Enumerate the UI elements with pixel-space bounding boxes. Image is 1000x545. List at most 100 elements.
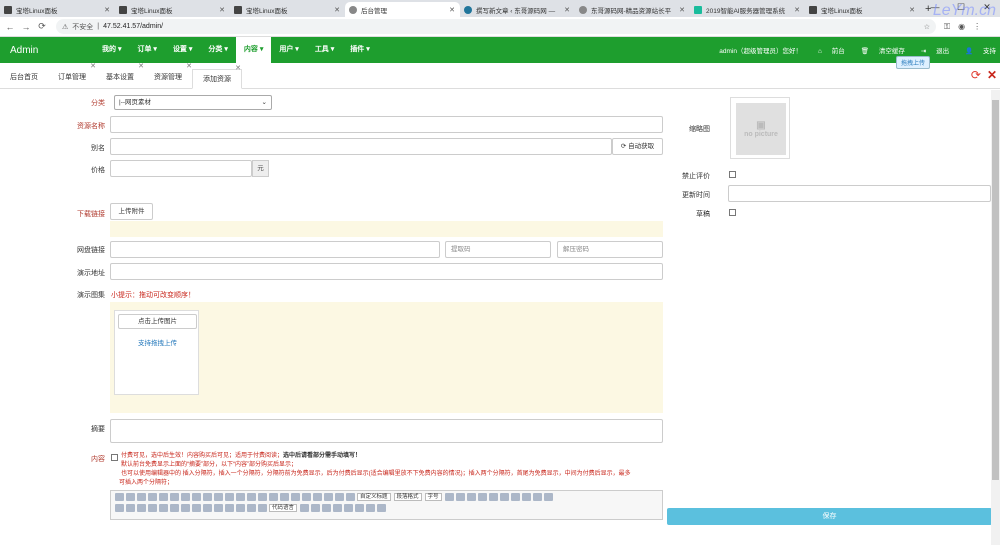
reload-icon[interactable]: ⟳ bbox=[36, 21, 48, 32]
drag-upload-label[interactable]: 支持拖拽上传 bbox=[115, 337, 200, 347]
editor-tool-icon[interactable] bbox=[466, 492, 476, 501]
close-icon[interactable]: ✕ bbox=[987, 68, 997, 82]
alias-input[interactable] bbox=[110, 138, 612, 155]
netdisk-input[interactable] bbox=[110, 241, 440, 258]
close-tab-icon[interactable]: ✕ bbox=[794, 6, 800, 14]
editor-tool-icon[interactable] bbox=[170, 492, 179, 501]
profile-icon[interactable]: ◉ bbox=[958, 22, 965, 31]
editor-tool-icon[interactable] bbox=[203, 492, 212, 501]
url-text[interactable]: 47.52.41.57/admin/ bbox=[103, 23, 163, 30]
editor-tool-icon[interactable] bbox=[247, 503, 256, 512]
editor-tool-icon[interactable] bbox=[455, 492, 465, 501]
editor-tool-icon[interactable] bbox=[302, 492, 311, 501]
editor-tool-icon[interactable] bbox=[214, 503, 223, 512]
editor-tool-icon[interactable] bbox=[324, 492, 333, 501]
close-tab-icon[interactable]: ✕ bbox=[679, 6, 685, 14]
close-tab-icon[interactable]: ✕ bbox=[909, 6, 915, 14]
editor-tool-icon[interactable] bbox=[137, 492, 146, 501]
extract-code-input[interactable]: 提取码 bbox=[445, 241, 551, 258]
nav-menu-item[interactable]: 用户 ▾ bbox=[271, 37, 306, 63]
page-tab[interactable]: 订单管理 ✕ bbox=[48, 63, 96, 88]
editor-tool-icon[interactable] bbox=[258, 492, 267, 501]
menu-dots-icon[interactable]: ⋮ bbox=[973, 22, 981, 31]
browser-tab[interactable]: 宝塔Linux面板 ✕ bbox=[0, 2, 115, 17]
close-tab-icon[interactable]: ✕ bbox=[334, 6, 340, 14]
thumbnail-upload[interactable]: ▣ no picture bbox=[730, 97, 790, 159]
browser-tab[interactable]: 宝塔Linux面板 ✕ bbox=[805, 2, 920, 17]
editor-tool-icon[interactable] bbox=[313, 492, 322, 501]
editor-tool-icon[interactable] bbox=[214, 492, 223, 501]
refresh-icon[interactable]: ⟳ bbox=[971, 68, 981, 82]
unzip-password-input[interactable]: 解压密码 bbox=[557, 241, 663, 258]
code-language-select[interactable]: 代码语言 bbox=[269, 503, 298, 512]
editor-tool-icon[interactable] bbox=[344, 503, 354, 512]
clear-cache-link[interactable]: 🗑 清空缓存 bbox=[853, 45, 905, 55]
category-select[interactable]: |--网页素材 ⌄ bbox=[114, 95, 272, 110]
editor-tool-icon[interactable] bbox=[148, 503, 157, 512]
insecure-label[interactable]: 不安全 bbox=[72, 22, 93, 32]
editor-tool-icon[interactable] bbox=[333, 503, 343, 512]
save-button[interactable]: 保存 bbox=[667, 508, 992, 525]
nav-menu-item[interactable]: 设置 ▾ bbox=[165, 37, 200, 63]
resource-name-input[interactable] bbox=[110, 116, 663, 133]
star-icon[interactable]: ☆ bbox=[924, 23, 930, 31]
warning-icon[interactable]: ⚠ bbox=[62, 23, 68, 31]
forward-icon[interactable]: → bbox=[20, 22, 32, 32]
editor-tool-icon[interactable] bbox=[126, 492, 135, 501]
nav-menu-item[interactable]: 插件 ▾ bbox=[342, 37, 377, 63]
editor-tool-icon[interactable] bbox=[543, 492, 553, 501]
editor-tool-icon[interactable] bbox=[346, 492, 355, 501]
editor-tool-icon[interactable] bbox=[258, 503, 267, 512]
editor-tool-icon[interactable] bbox=[521, 492, 531, 501]
editor-tool-icon[interactable] bbox=[269, 492, 278, 501]
nav-menu-item[interactable]: 我的 ▾ bbox=[94, 37, 129, 63]
back-icon[interactable]: ← bbox=[4, 22, 16, 32]
url-field[interactable]: ⚠ 不安全 | 47.52.41.57/admin/ ☆ bbox=[56, 19, 936, 34]
editor-tool-icon[interactable] bbox=[159, 492, 168, 501]
key-icon[interactable]: ⚿ bbox=[944, 22, 950, 32]
home-link[interactable]: ⌂ 前台 bbox=[810, 45, 845, 55]
editor-tool-icon[interactable] bbox=[236, 492, 245, 501]
editor-tool-icon[interactable] bbox=[377, 503, 387, 512]
page-tab[interactable]: 资源管理 ✕ bbox=[144, 63, 192, 88]
editor-tool-icon[interactable] bbox=[181, 503, 190, 512]
price-input[interactable] bbox=[110, 160, 252, 177]
editor-tool-icon[interactable] bbox=[225, 492, 234, 501]
browser-tab[interactable]: 撰写新文章 ‹ 东哥源码网 — ✕ bbox=[460, 2, 575, 17]
editor-tool-icon[interactable] bbox=[115, 503, 124, 512]
click-upload-button[interactable]: 点击上传图片 bbox=[118, 314, 197, 329]
demo-url-input[interactable] bbox=[110, 263, 663, 280]
brand[interactable]: Admin bbox=[10, 45, 94, 56]
editor-tool-icon[interactable] bbox=[192, 503, 201, 512]
editor-select[interactable]: 字号 bbox=[424, 492, 442, 501]
close-tab-icon[interactable]: ✕ bbox=[449, 6, 455, 14]
nav-menu-item[interactable]: 订单 ▾ bbox=[129, 37, 164, 63]
rich-text-editor[interactable]: 自定义标题 段落格式 字号 代码语言 bbox=[110, 490, 663, 520]
disable-comment-checkbox[interactable] bbox=[729, 171, 736, 178]
summary-textarea[interactable] bbox=[110, 419, 663, 443]
logout-link[interactable]: ⇥ 退出 bbox=[913, 45, 949, 55]
browser-tab[interactable]: 宝塔Linux面板 ✕ bbox=[230, 2, 345, 17]
editor-tool-icon[interactable] bbox=[532, 492, 542, 501]
close-tab-icon[interactable]: ✕ bbox=[219, 6, 225, 14]
editor-tool-icon[interactable] bbox=[181, 492, 190, 501]
upload-attachment-button[interactable]: 上传附件 bbox=[110, 203, 153, 220]
editor-tool-icon[interactable] bbox=[236, 503, 245, 512]
editor-select[interactable]: 段落格式 bbox=[393, 492, 422, 501]
draft-checkbox[interactable] bbox=[729, 209, 736, 216]
editor-tool-icon[interactable] bbox=[137, 503, 146, 512]
nav-menu-item[interactable]: 工具 ▾ bbox=[307, 37, 342, 63]
support-link[interactable]: 👤 支持 bbox=[957, 45, 996, 55]
paid-content-checkbox[interactable] bbox=[111, 454, 118, 461]
close-tab-icon[interactable]: ✕ bbox=[564, 6, 570, 14]
editor-tool-icon[interactable] bbox=[225, 503, 234, 512]
editor-tool-icon[interactable] bbox=[170, 503, 179, 512]
close-tab-icon[interactable]: ✕ bbox=[104, 6, 110, 14]
editor-tool-icon[interactable] bbox=[322, 503, 332, 512]
editor-tool-icon[interactable] bbox=[159, 503, 168, 512]
editor-tool-icon[interactable] bbox=[247, 492, 256, 501]
auto-fetch-button[interactable]: ⟳ 自动获取 bbox=[612, 138, 663, 155]
editor-tool-icon[interactable] bbox=[444, 492, 454, 501]
browser-tab[interactable]: 东哥源码网-精品资源站长平 ✕ bbox=[575, 2, 690, 17]
nav-menu-item[interactable]: 内容 ▾ bbox=[235, 37, 272, 63]
